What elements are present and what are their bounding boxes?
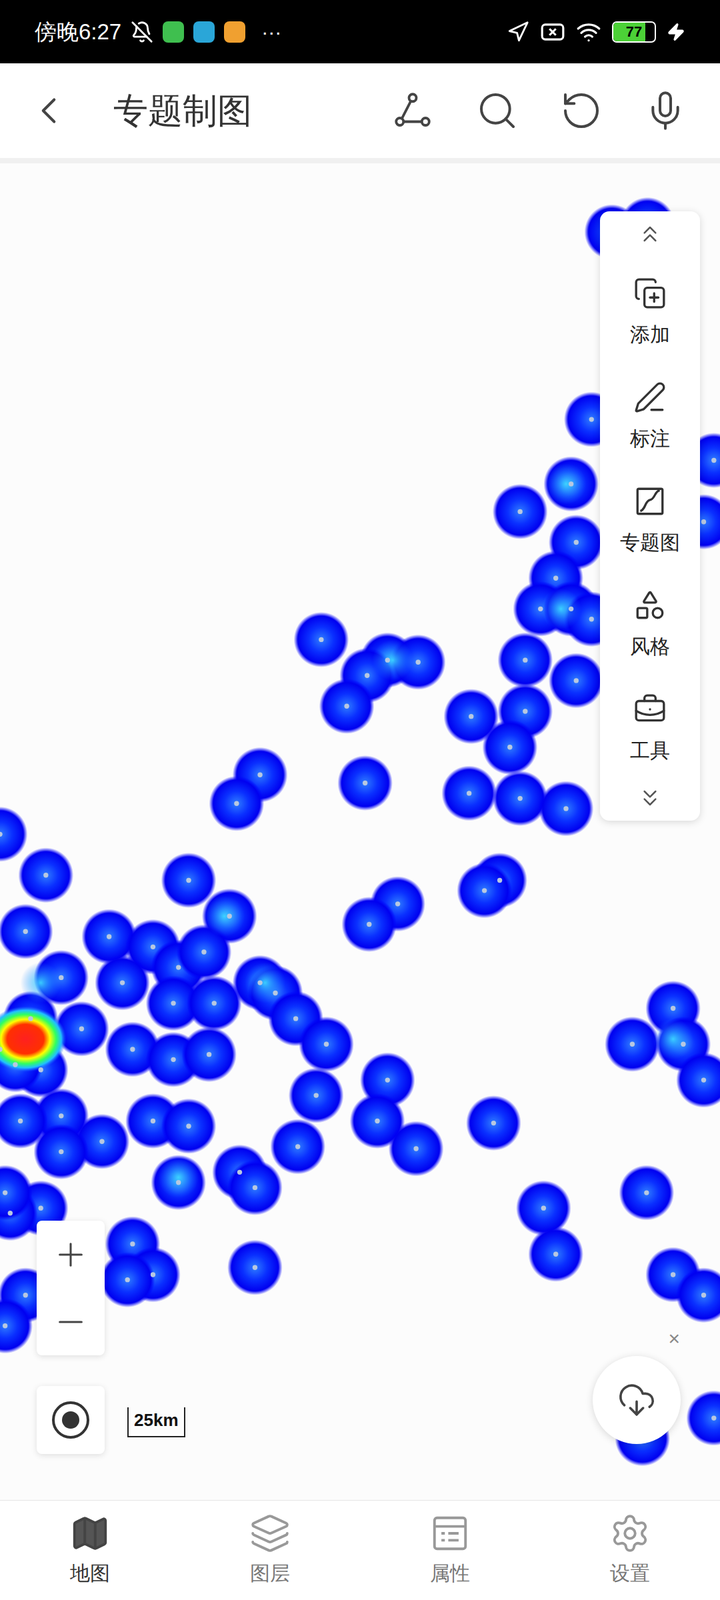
- status-time: 傍晚6:27: [34, 15, 122, 49]
- close-button[interactable]: ×: [668, 1328, 680, 1349]
- download-button[interactable]: [592, 1356, 681, 1444]
- app-icon: [193, 21, 215, 43]
- collapse-up-icon[interactable]: [636, 220, 664, 248]
- toolbar-item[interactable]: 添加: [600, 260, 700, 365]
- minus-icon: [52, 1303, 90, 1341]
- locate-button[interactable]: [36, 1386, 105, 1454]
- header: 专题制图: [0, 63, 720, 164]
- nav-tab[interactable]: 图层: [180, 1500, 360, 1600]
- toolbar-item[interactable]: 专题图: [600, 468, 700, 573]
- zoom-out-button[interactable]: [52, 1288, 90, 1356]
- route-icon[interactable]: [390, 88, 435, 133]
- microphone-icon[interactable]: [644, 89, 687, 132]
- app-screen: 傍晚6:27 ··· 77 专题制图添加标注专题图风格工具 25km × 地图图层属性设置: [0, 0, 720, 1600]
- map-view[interactable]: 添加标注专题图风格工具 25km ×: [0, 163, 720, 1500]
- shapes-icon: [633, 588, 667, 622]
- battery: 77: [612, 21, 656, 43]
- layers-icon: [249, 1512, 291, 1554]
- wifi-icon: [576, 19, 602, 45]
- app-icon: [224, 21, 246, 43]
- map-icon: [69, 1512, 111, 1554]
- attribute-table-icon: [429, 1512, 471, 1554]
- location-icon: [506, 20, 530, 44]
- nav-tab[interactable]: 属性: [360, 1500, 540, 1600]
- gear-icon: [609, 1512, 651, 1554]
- toolbar-item[interactable]: 工具: [600, 676, 700, 781]
- status-bar: 傍晚6:27 ··· 77: [0, 0, 720, 64]
- toolbar-item[interactable]: 标注: [600, 364, 700, 469]
- charging-icon: [666, 22, 686, 42]
- zoom-control: [36, 1220, 105, 1356]
- back-icon[interactable]: [26, 88, 71, 133]
- side-toolbar: 添加标注专题图风格工具: [600, 211, 700, 821]
- header-title: 专题制图: [113, 84, 391, 137]
- nav-tab[interactable]: 地图: [0, 1500, 180, 1600]
- toolbar-item[interactable]: 风格: [600, 572, 700, 677]
- add-icon: [633, 276, 667, 310]
- status-more: ···: [261, 16, 282, 47]
- thematic-map-icon: [633, 484, 667, 518]
- bottom-nav: 地图图层属性设置: [0, 1500, 720, 1600]
- undo-icon[interactable]: [560, 89, 603, 132]
- no-sim-icon: [540, 19, 566, 45]
- plus-icon: [52, 1236, 90, 1274]
- scale-bar: 25km: [127, 1407, 186, 1438]
- app-icon: [162, 21, 184, 43]
- search-icon[interactable]: [476, 89, 519, 132]
- zoom-in-button[interactable]: [52, 1220, 90, 1288]
- cloud-download-icon: [617, 1380, 656, 1420]
- toolbox-icon: [633, 692, 667, 726]
- nav-tab[interactable]: 设置: [540, 1500, 720, 1600]
- expand-down-icon[interactable]: [636, 784, 664, 812]
- mute-icon: [130, 20, 154, 44]
- pencil-icon: [633, 380, 667, 414]
- locate-icon: [52, 1401, 90, 1439]
